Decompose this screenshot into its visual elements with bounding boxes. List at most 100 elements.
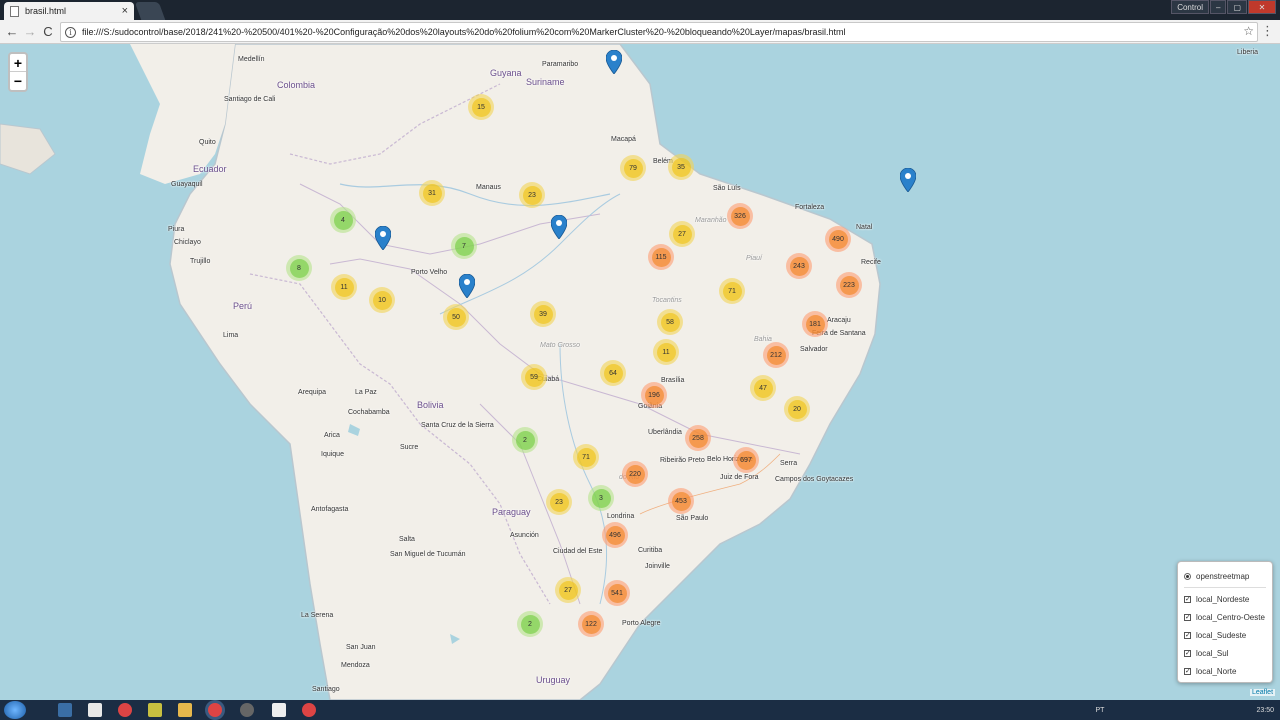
cluster-count: 496 [605, 525, 625, 545]
marker-cluster[interactable]: 23 [546, 489, 572, 515]
radio-selected-icon[interactable] [1184, 572, 1191, 580]
close-window-button[interactable]: ✕ [1248, 0, 1276, 14]
overlay-layer-option[interactable]: ✓ local_Centro-Oeste [1184, 608, 1266, 626]
marker-cluster[interactable]: 541 [604, 580, 630, 606]
map-marker-pin-icon[interactable] [900, 168, 916, 192]
browser-tab-strip: brasil.html × Control – ▢ ✕ [0, 0, 1280, 20]
marker-cluster[interactable]: 115 [648, 244, 674, 270]
marker-cluster[interactable]: 71 [719, 278, 745, 304]
checkbox-checked-icon[interactable]: ✓ [1184, 595, 1191, 603]
marker-cluster[interactable]: 243 [786, 253, 812, 279]
map-marker-pin-icon[interactable] [606, 50, 622, 74]
marker-cluster[interactable]: 15 [468, 94, 494, 120]
marker-cluster[interactable]: 697 [733, 447, 759, 473]
marker-cluster[interactable]: 31 [419, 180, 445, 206]
map-place-label: Perú [233, 301, 253, 311]
map-place-label: Trujillo [190, 258, 211, 265]
folder-icon[interactable] [178, 703, 192, 717]
marker-cluster[interactable]: 496 [602, 522, 628, 548]
overlay-layer-option[interactable]: ✓ local_Nordeste [1184, 590, 1266, 608]
marker-cluster[interactable]: 47 [750, 375, 776, 401]
marker-cluster[interactable]: 326 [727, 203, 753, 229]
marker-cluster[interactable]: 27 [669, 221, 695, 247]
taskbar-app-icon[interactable] [240, 703, 254, 717]
marker-cluster[interactable]: 58 [657, 309, 683, 335]
tab-close-button[interactable]: × [122, 5, 128, 17]
marker-cluster[interactable]: 122 [578, 611, 604, 637]
marker-cluster[interactable]: 64 [600, 360, 626, 386]
cluster-count: 20 [787, 399, 807, 419]
taskbar-app-icon[interactable] [272, 703, 286, 717]
marker-cluster[interactable]: 7 [451, 233, 477, 259]
marker-cluster[interactable]: 2 [512, 427, 538, 453]
marker-cluster[interactable]: 3 [588, 485, 614, 511]
zoom-out-button[interactable]: − [10, 72, 26, 90]
marker-cluster[interactable]: 212 [763, 342, 789, 368]
marker-cluster[interactable]: 196 [641, 382, 667, 408]
overlay-layer-option[interactable]: ✓ local_Sul [1184, 644, 1266, 662]
taskbar-app-icon[interactable] [58, 703, 72, 717]
window-controls: Control – ▢ ✕ [1171, 0, 1276, 14]
checkbox-checked-icon[interactable]: ✓ [1184, 631, 1191, 639]
forward-button[interactable]: → [22, 24, 38, 40]
marker-cluster[interactable]: 220 [622, 461, 648, 487]
language-indicator[interactable]: PT [1096, 707, 1105, 714]
taskbar-app-icon[interactable] [88, 703, 102, 717]
cluster-count: 7 [454, 236, 474, 256]
address-bar[interactable]: i file:///S:/sudocontrol/base/2018/241%2… [60, 22, 1258, 42]
taskbar-app-icon[interactable] [148, 703, 162, 717]
marker-cluster[interactable]: 11 [653, 339, 679, 365]
info-icon[interactable]: i [65, 26, 76, 38]
chrome-icon[interactable] [118, 703, 132, 717]
marker-cluster[interactable]: 20 [784, 396, 810, 422]
marker-cluster[interactable]: 181 [802, 311, 828, 337]
marker-cluster[interactable]: 11 [331, 274, 357, 300]
bookmark-star-icon[interactable]: ☆ [1243, 24, 1254, 38]
checkbox-checked-icon[interactable]: ✓ [1184, 667, 1191, 675]
marker-cluster[interactable]: 39 [530, 301, 556, 327]
checkbox-checked-icon[interactable]: ✓ [1184, 649, 1191, 657]
reload-button[interactable]: C [40, 24, 56, 40]
map-place-label: Lima [223, 332, 239, 339]
marker-cluster[interactable]: 59 [521, 364, 547, 390]
zoom-in-button[interactable]: + [10, 54, 26, 72]
browser-menu-icon[interactable]: ⋮ [1261, 23, 1274, 39]
chrome-active-icon[interactable] [208, 703, 222, 717]
marker-cluster[interactable]: 35 [668, 154, 694, 180]
marker-cluster[interactable]: 8 [286, 255, 312, 281]
map-place-label: Santiago de Cali [224, 96, 276, 103]
new-tab-button[interactable] [134, 2, 166, 20]
marker-cluster[interactable]: 2 [517, 611, 543, 637]
window-user-button[interactable]: Control [1171, 0, 1209, 14]
attribution-link[interactable]: Leaflet [1250, 689, 1276, 696]
checkbox-checked-icon[interactable]: ✓ [1184, 613, 1191, 621]
base-layer-option[interactable]: openstreetmap [1184, 567, 1266, 585]
marker-cluster[interactable]: 10 [369, 287, 395, 313]
marker-cluster[interactable]: 23 [519, 182, 545, 208]
browser-tab-active[interactable]: brasil.html × [4, 2, 134, 20]
overlay-layer-option[interactable]: ✓ local_Norte [1184, 662, 1266, 680]
marker-cluster[interactable]: 223 [836, 272, 862, 298]
start-button[interactable] [4, 701, 26, 719]
marker-cluster[interactable]: 490 [825, 226, 851, 252]
cluster-count: 196 [644, 385, 664, 405]
map-marker-pin-icon[interactable] [551, 215, 567, 239]
clock[interactable]: 23:50 [1256, 707, 1274, 714]
back-button[interactable]: ← [4, 24, 20, 40]
overlay-layer-option[interactable]: ✓ local_Sudeste [1184, 626, 1266, 644]
marker-cluster[interactable]: 71 [573, 444, 599, 470]
chrome-icon[interactable] [302, 703, 316, 717]
map-marker-pin-icon[interactable] [459, 274, 475, 298]
marker-cluster[interactable]: 258 [685, 425, 711, 451]
marker-cluster[interactable]: 50 [443, 304, 469, 330]
marker-cluster[interactable]: 4 [330, 207, 356, 233]
marker-cluster[interactable]: 79 [620, 155, 646, 181]
map-place-label: Piura [168, 226, 185, 233]
map-marker-pin-icon[interactable] [375, 226, 391, 250]
marker-cluster[interactable]: 27 [555, 577, 581, 603]
marker-cluster[interactable]: 453 [668, 488, 694, 514]
map-container[interactable]: Medellín Colombia Guyana Paramaribo Suriname… [0, 44, 1280, 700]
maximize-button[interactable]: ▢ [1227, 0, 1247, 14]
minimize-button[interactable]: – [1209, 0, 1227, 14]
map-place-label: Brasília [661, 377, 685, 384]
